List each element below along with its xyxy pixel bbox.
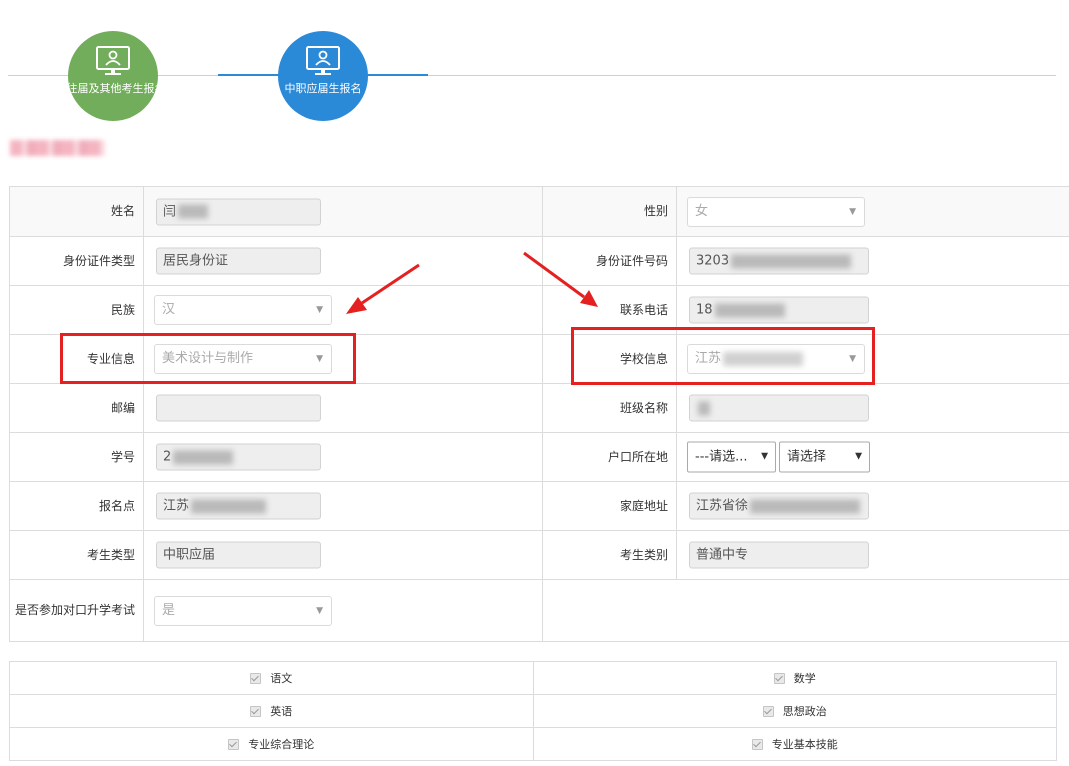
candidate-category-field: 普通中专 (689, 541, 869, 569)
subject-major-skills[interactable]: 专业基本技能 (532, 727, 1057, 761)
class-name-field[interactable] (689, 394, 869, 422)
vocational-exam-select[interactable]: 是 ▼ (154, 595, 332, 626)
id-type-field: 居民身份证 (156, 247, 321, 275)
form-row: 是否参加对口升学考试 是 ▼ (9, 579, 1069, 642)
subject-row: 英语 思想政治 (9, 694, 1057, 728)
subject-math[interactable]: 数学 (532, 661, 1057, 695)
ethnicity-select[interactable]: 汉 ▼ (154, 295, 332, 325)
candidate-category-label: 考生类别 (542, 530, 677, 580)
redacted-section-title (10, 140, 105, 156)
checkbox-checked-icon[interactable] (773, 672, 785, 684)
subject-chinese[interactable]: 语文 (9, 661, 534, 695)
name-label: 姓名 (9, 186, 144, 237)
candidate-type-field: 中职应届 (156, 541, 321, 569)
empty-cell (542, 579, 1069, 642)
household-city-select[interactable]: 请选择 ▼ (779, 441, 870, 473)
class-name-label: 班级名称 (542, 383, 677, 433)
subject-major-theory[interactable]: 专业综合理论 (9, 727, 534, 761)
candidate-type-label: 考生类型 (9, 530, 144, 580)
exam-subjects-table: 语文 数学 英语 思想政治 专业综合理论 专业基本技能 (9, 661, 1057, 761)
household-label: 户口所在地 (542, 432, 677, 482)
highlight-box-school (571, 327, 875, 385)
gender-label: 性别 (542, 186, 677, 237)
steps-divider (8, 75, 1056, 76)
subject-politics[interactable]: 思想政治 (532, 694, 1057, 728)
checkbox-checked-icon[interactable] (250, 672, 262, 684)
monitor-user-icon (306, 46, 340, 75)
postcode-field[interactable] (156, 394, 321, 422)
subject-row: 专业综合理论 专业基本技能 (9, 727, 1057, 761)
form-row: 邮编 班级名称 (9, 383, 1069, 433)
step-vocational-graduates[interactable]: 中职应届生报名 (278, 31, 368, 121)
chevron-down-icon: ▼ (316, 305, 323, 315)
ethnicity-label: 民族 (9, 285, 144, 335)
form-row: 身份证件类型 居民身份证 身份证件号码 3203 (9, 236, 1069, 286)
highlight-box-major (60, 333, 356, 384)
chevron-down-icon: ▼ (761, 451, 768, 462)
home-address-label: 家庭地址 (542, 481, 677, 531)
student-no-label: 学号 (9, 432, 144, 482)
form-row: 报名点 江苏 家庭地址 江苏省徐 (9, 481, 1069, 531)
household-province-select[interactable]: ---请选... ▼ (687, 441, 776, 473)
exam-site-label: 报名点 (9, 481, 144, 531)
step-previous-candidates[interactable]: 往届及其他考生报名 (68, 31, 158, 121)
step-label: 中职应届生报名 (284, 82, 362, 95)
name-field: 闫 (156, 198, 321, 225)
id-type-label: 身份证件类型 (9, 236, 144, 286)
monitor-user-icon (96, 46, 130, 75)
phone-field: 18 (689, 296, 869, 324)
exam-site-field: 江苏 (156, 492, 321, 520)
checkbox-checked-icon[interactable] (762, 705, 774, 717)
form-row: 学号 2 户口所在地 ---请选... ▼ 请选择 ▼ (9, 432, 1069, 482)
checkbox-checked-icon[interactable] (751, 738, 763, 750)
step-label: 往届及其他考生报名 (68, 82, 158, 95)
vocational-exam-label: 是否参加对口升学考试 (9, 579, 144, 642)
chevron-down-icon: ▼ (849, 206, 856, 217)
registration-form: 姓名 闫 性别 女 ▼ 身份证件类型 居民身份证 身份证件号码 3203 民族 汉… (9, 186, 1069, 642)
subject-row: 语文 数学 (9, 661, 1057, 695)
subject-english[interactable]: 英语 (9, 694, 534, 728)
chevron-down-icon: ▼ (855, 451, 862, 462)
checkbox-checked-icon[interactable] (228, 738, 240, 750)
id-number-field: 3203 (689, 247, 869, 275)
form-row: 考生类型 中职应届 考生类别 普通中专 (9, 530, 1069, 580)
id-number-label: 身份证件号码 (542, 236, 677, 286)
chevron-down-icon: ▼ (316, 605, 323, 616)
form-row: 民族 汉 ▼ 联系电话 18 (9, 285, 1069, 335)
checkbox-checked-icon[interactable] (250, 705, 262, 717)
gender-select[interactable]: 女 ▼ (687, 196, 865, 227)
form-row: 姓名 闫 性别 女 ▼ (9, 186, 1069, 237)
home-address-field: 江苏省徐 (689, 492, 869, 520)
student-no-field: 2 (156, 443, 321, 471)
postcode-label: 邮编 (9, 383, 144, 433)
